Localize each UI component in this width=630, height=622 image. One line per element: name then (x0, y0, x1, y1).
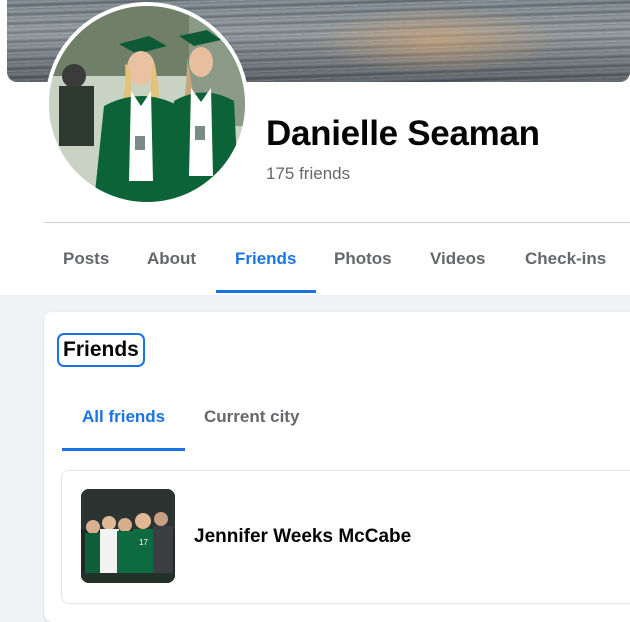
friends-count[interactable]: 175 friends (266, 163, 350, 185)
friends-panel: Friends All friends Current city 17 Jenn… (44, 312, 630, 622)
tab-photos[interactable]: Photos (334, 224, 392, 294)
svg-text:17: 17 (139, 538, 148, 547)
subtab-all-friends[interactable]: All friends (82, 398, 165, 448)
profile-tabs: Posts About Friends Photos Videos Check-… (44, 224, 630, 294)
profile-photo-image (49, 6, 245, 202)
active-subtab-indicator (62, 448, 185, 451)
active-tab-indicator (216, 290, 316, 293)
friend-photo-image: 17 (81, 489, 175, 583)
header-divider (44, 222, 630, 223)
subtab-current-city[interactable]: Current city (204, 398, 299, 448)
profile-header: Danielle Seaman 175 friends Posts About … (0, 0, 630, 295)
friend-name[interactable]: Jennifer Weeks McCabe (194, 525, 411, 549)
profile-name: Danielle Seaman (266, 114, 540, 153)
tab-friends[interactable]: Friends (235, 224, 296, 294)
tab-posts[interactable]: Posts (63, 224, 109, 294)
friend-card[interactable]: 17 Jennifer Weeks McCabe (61, 470, 630, 604)
tab-videos[interactable]: Videos (430, 224, 485, 294)
tab-check-ins[interactable]: Check-ins (525, 224, 606, 294)
friend-avatar[interactable]: 17 (81, 489, 175, 583)
tab-about[interactable]: About (147, 224, 196, 294)
friends-section-title[interactable]: Friends (57, 333, 145, 367)
profile-avatar[interactable] (45, 2, 249, 206)
